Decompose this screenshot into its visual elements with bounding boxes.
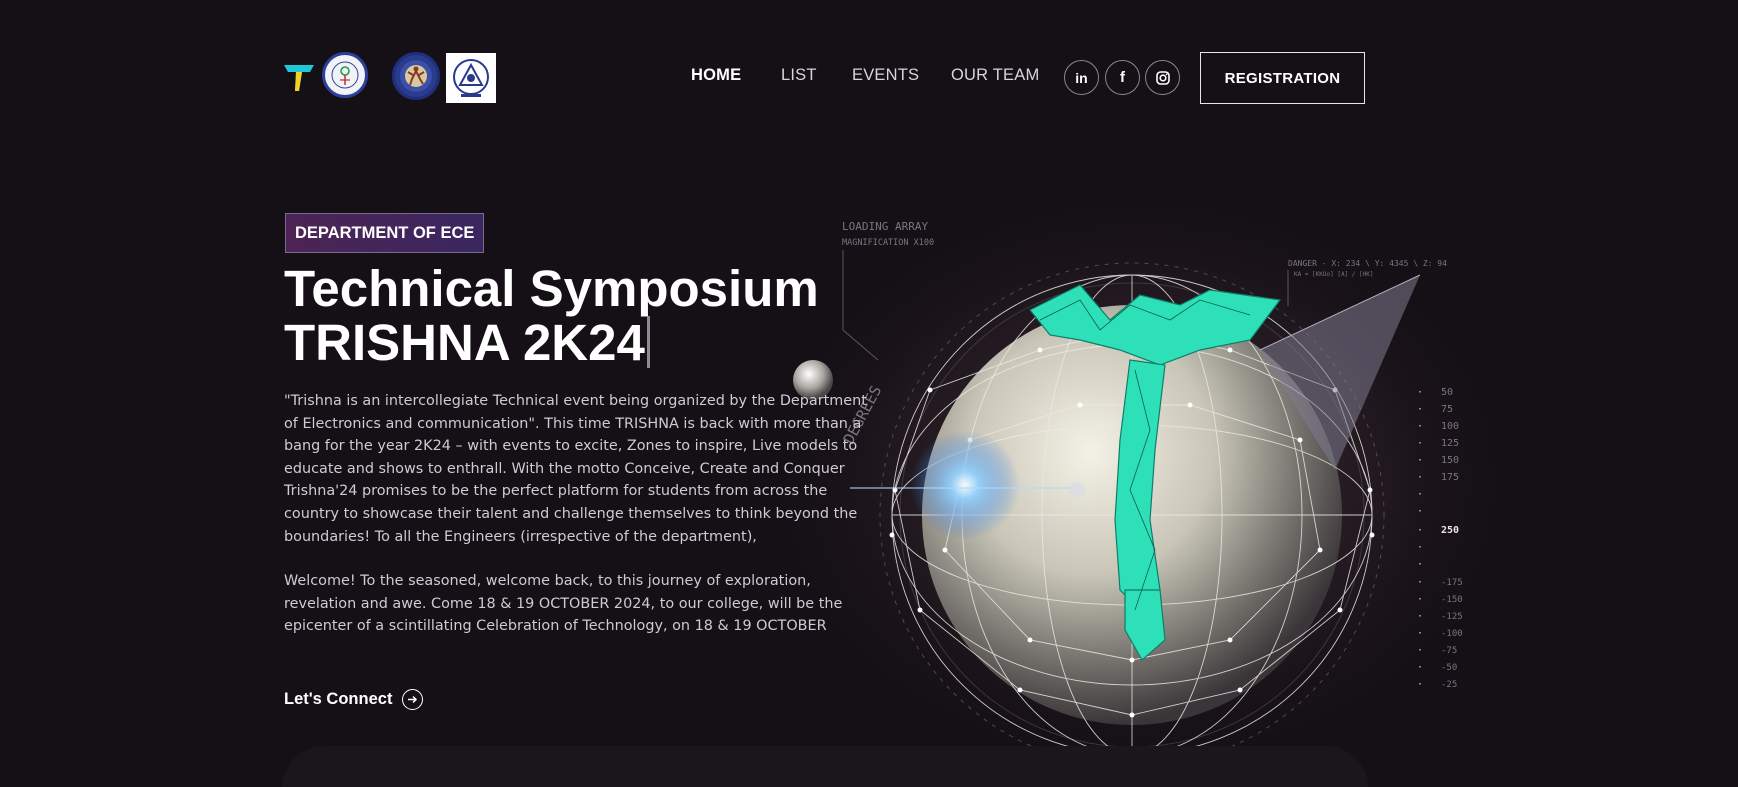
- scale-label: -50: [1441, 663, 1457, 673]
- welcome-paragraph: Welcome! To the seasoned, welcome back, …: [284, 573, 843, 635]
- title-line-2: TRISHNA 2K24: [284, 314, 645, 371]
- scale-label: -150: [1441, 595, 1463, 605]
- title-line-1: Technical Symposium: [284, 260, 819, 317]
- content-panel-top: [282, 746, 1368, 787]
- association-emblem-logo[interactable]: [446, 53, 496, 103]
- hud-loading-label: LOADING ARRAY: [842, 220, 928, 233]
- site-header: HOME LIST EVENTS OUR TEAM in f REGISTRAT…: [0, 0, 1738, 150]
- scale-label: -75: [1441, 646, 1457, 656]
- nav-our-team[interactable]: OUR TEAM: [951, 66, 1039, 85]
- page-title: Technical Symposium TRISHNA 2K24: [284, 262, 904, 370]
- scale-label: 125: [1441, 438, 1459, 449]
- hud-danger-sub: KA = [KKOo] [A] / [HK]: [1294, 271, 1373, 278]
- scale-label: -25: [1441, 680, 1457, 690]
- facebook-button[interactable]: f: [1105, 60, 1140, 95]
- lets-connect-label: Let's Connect: [284, 690, 393, 708]
- trishna-t-logo[interactable]: [284, 63, 314, 93]
- typing-caret: [646, 316, 650, 368]
- intro-paragraph: "Trishna is an intercollegiate Technical…: [284, 393, 867, 545]
- scale-label: -125: [1441, 612, 1463, 622]
- registration-button[interactable]: REGISTRATION: [1200, 52, 1365, 104]
- nav-list[interactable]: LIST: [781, 66, 817, 85]
- scale-label-highlight: 250: [1441, 525, 1459, 536]
- facebook-icon: f: [1120, 69, 1125, 86]
- hud-magnification-label: MAGNIFICATION X100: [842, 238, 934, 248]
- scale-label: 75: [1441, 404, 1453, 415]
- instagram-icon: [1155, 70, 1170, 85]
- scale-label: 150: [1441, 455, 1459, 466]
- instagram-button[interactable]: [1145, 60, 1180, 95]
- scale-label: -175: [1441, 578, 1463, 588]
- nav-events[interactable]: EVENTS: [852, 66, 919, 85]
- nav-home[interactable]: HOME: [691, 66, 741, 85]
- arrow-right-icon: [402, 689, 424, 710]
- scale-label: 175: [1441, 472, 1459, 483]
- hud-danger-label: DANGER - X: 234 \ Y: 4345 \ Z: 94: [1288, 259, 1447, 268]
- dancer-emblem-logo[interactable]: [392, 52, 440, 100]
- linkedin-icon: in: [1075, 69, 1088, 86]
- linkedin-button[interactable]: in: [1064, 60, 1099, 95]
- lets-connect-link[interactable]: Let's Connect: [284, 689, 424, 710]
- scale-label: -100: [1441, 629, 1463, 639]
- scale-label: 50: [1441, 387, 1453, 398]
- department-badge: DEPARTMENT OF ECE: [285, 213, 485, 253]
- scale-label: 100: [1441, 421, 1459, 432]
- college-emblem-logo[interactable]: [322, 52, 368, 98]
